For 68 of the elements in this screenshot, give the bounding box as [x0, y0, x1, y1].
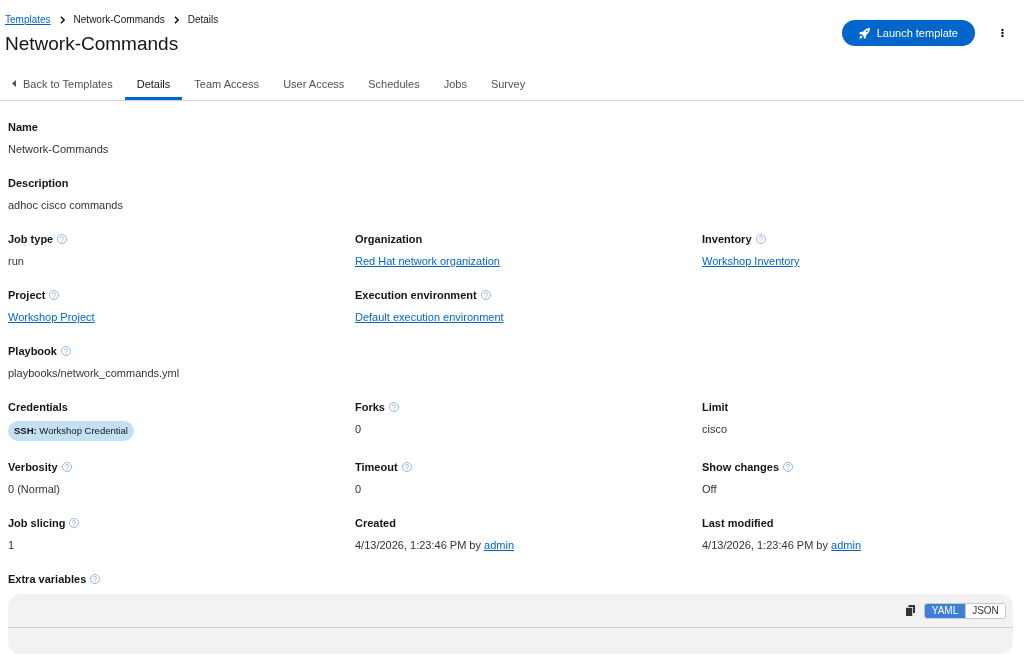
breadcrumb-text: Details: [187, 14, 219, 26]
rocket-icon: [858, 27, 870, 39]
help-icon[interactable]: [61, 462, 72, 472]
help-icon[interactable]: [755, 234, 766, 244]
field-value: 1: [8, 538, 15, 553]
help-icon[interactable]: [49, 290, 60, 300]
field-label: Verbosity: [8, 460, 58, 475]
page-title: Network-Commands: [5, 32, 180, 56]
credential-chip: SSH: Workshop Credential: [8, 421, 134, 441]
field-label: Forks: [355, 400, 385, 415]
field-value: adhoc cisco commands: [8, 198, 123, 213]
help-icon[interactable]: [69, 518, 80, 528]
copy-icon[interactable]: [906, 605, 915, 616]
field-label: Description: [8, 176, 69, 191]
field-label: Organization: [355, 232, 423, 247]
tab[interactable]: Schedules: [356, 67, 432, 100]
help-icon[interactable]: [388, 402, 399, 412]
help-icon[interactable]: [401, 462, 412, 472]
field-label: Playbook: [8, 344, 57, 359]
caret-left-icon: [12, 80, 16, 87]
help-icon[interactable]: [60, 346, 71, 356]
chevron-right-icon: [59, 16, 65, 24]
tab[interactable]: Jobs: [431, 67, 479, 100]
back-tab[interactable]: Back to Templates: [0, 67, 125, 100]
field-label: Limit: [702, 400, 729, 415]
field-label: Show changes: [702, 460, 780, 475]
breadcrumb-link[interactable]: Templates: [5, 14, 51, 26]
field-value: 0: [355, 422, 362, 437]
kebab-menu-icon[interactable]: [1001, 28, 1004, 38]
help-icon[interactable]: [783, 462, 794, 472]
tab[interactable]: Details: [124, 67, 183, 100]
help-icon[interactable]: [480, 290, 491, 300]
chevron-right-icon: [173, 16, 179, 24]
field-link[interactable]: Red Hat network organization: [355, 253, 500, 269]
tab[interactable]: Team Access: [182, 67, 272, 100]
field-value: Network-Commands: [8, 142, 109, 157]
field-value: 0 (Normal): [8, 482, 60, 497]
field-label: Job type: [8, 232, 54, 247]
field-link[interactable]: Workshop Project: [8, 309, 95, 325]
field-label: Project: [8, 288, 46, 303]
user-link[interactable]: admin: [484, 539, 514, 551]
field-value: playbooks/network_commands.yml: [8, 366, 180, 381]
field-label: Created: [355, 516, 396, 531]
field-value: 0: [355, 482, 362, 497]
field-label: Job slicing: [8, 516, 66, 531]
field-label: Timeout: [355, 460, 398, 475]
field-label: Credentials: [8, 400, 68, 415]
format-toggle[interactable]: JSON: [965, 603, 1005, 618]
breadcrumb-text: Network-Commands: [73, 14, 165, 26]
field-label: Name: [8, 120, 38, 135]
field-label: Last modified: [702, 516, 774, 531]
timestamp-text: 4/13/2026, 1:23:46 PM by admin: [355, 538, 514, 553]
timestamp-text: 4/13/2026, 1:23:46 PM by admin: [702, 538, 861, 553]
field-label: Extra variables: [8, 572, 87, 587]
tab[interactable]: Survey: [478, 67, 538, 100]
field-value: run: [8, 254, 24, 269]
field-link[interactable]: Default execution environment: [355, 309, 504, 325]
user-link[interactable]: admin: [831, 539, 861, 551]
field-value: Off: [702, 482, 717, 497]
help-icon[interactable]: [57, 234, 68, 244]
field-link[interactable]: Workshop Inventory: [702, 253, 800, 269]
format-toggle[interactable]: YAML: [925, 603, 965, 618]
field-label: Inventory: [702, 232, 752, 247]
field-label: Execution environment: [355, 288, 477, 303]
tab[interactable]: User Access: [271, 67, 357, 100]
launch-template-button[interactable]: Launch template: [841, 20, 975, 46]
field-value: cisco: [702, 422, 728, 437]
help-icon[interactable]: [90, 574, 101, 584]
